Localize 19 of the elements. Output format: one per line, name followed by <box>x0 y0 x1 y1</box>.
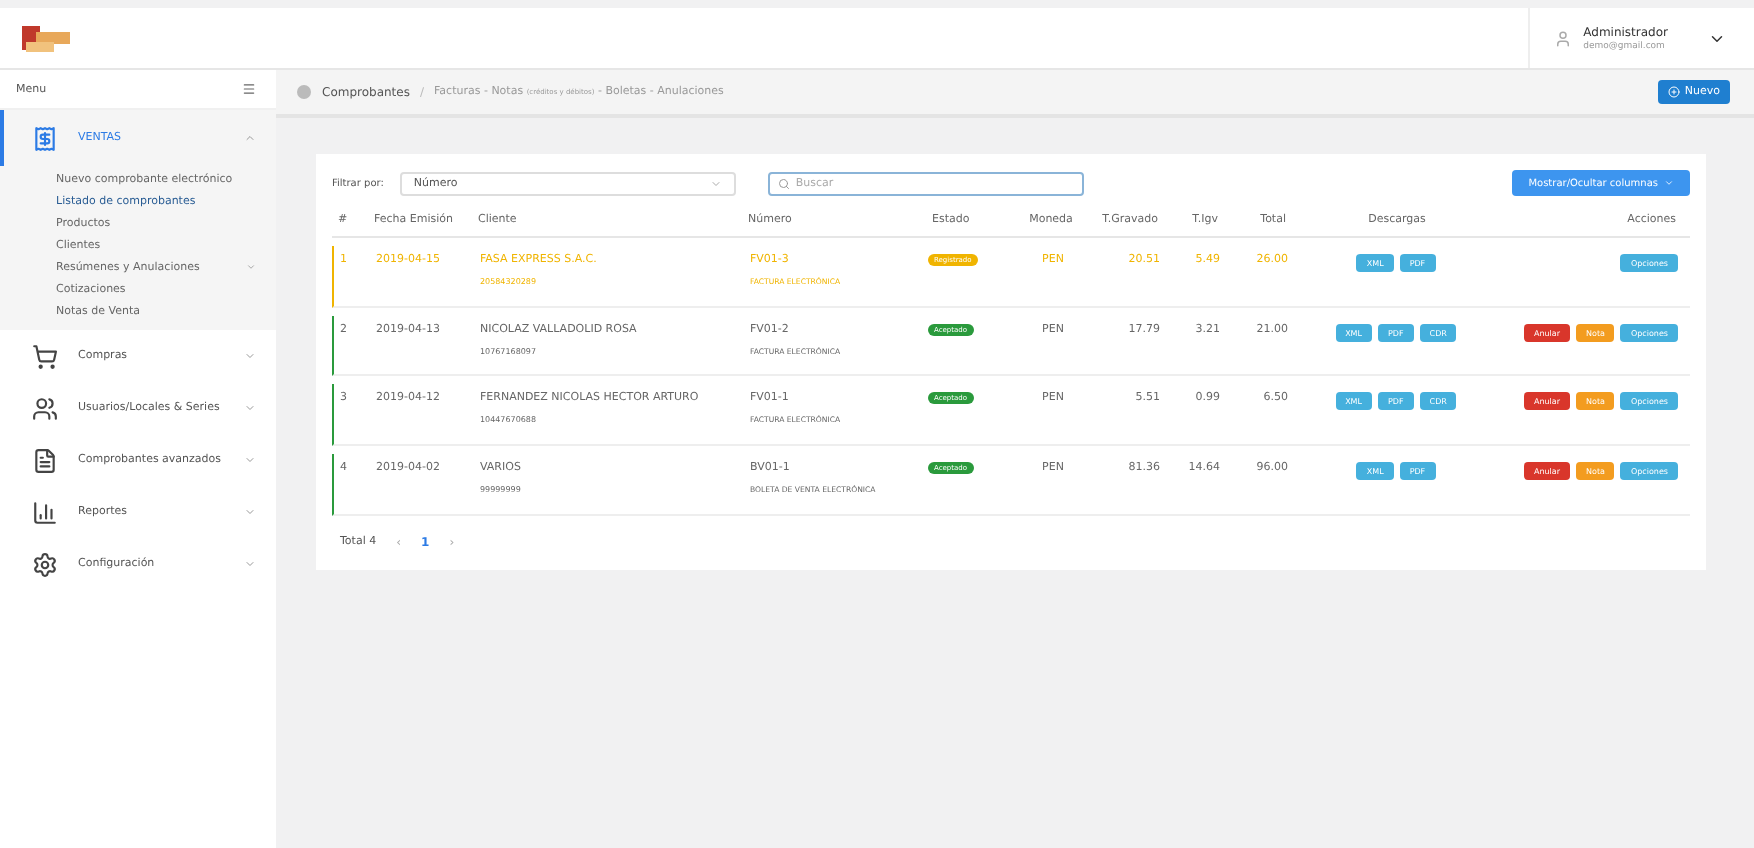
chart-icon <box>32 499 58 525</box>
receipt-icon <box>32 125 58 151</box>
document-icon <box>32 447 58 473</box>
logo <box>20 22 72 54</box>
chevron-icon <box>244 454 256 466</box>
user-icon <box>1553 29 1572 47</box>
search-icon <box>777 177 790 189</box>
chevron-icon <box>244 350 256 362</box>
caret-icon <box>1664 178 1674 188</box>
chevron-icon <box>244 506 256 518</box>
chevron-icon <box>244 402 256 414</box>
menu-icon[interactable] <box>242 82 256 96</box>
users-icon <box>32 395 58 421</box>
caret-icon <box>709 177 722 189</box>
chevron-icon <box>244 558 256 570</box>
gear-icon <box>32 551 58 577</box>
cart-icon <box>32 343 58 369</box>
plus-icon <box>1668 86 1681 98</box>
chevron-icon <box>244 132 256 144</box>
